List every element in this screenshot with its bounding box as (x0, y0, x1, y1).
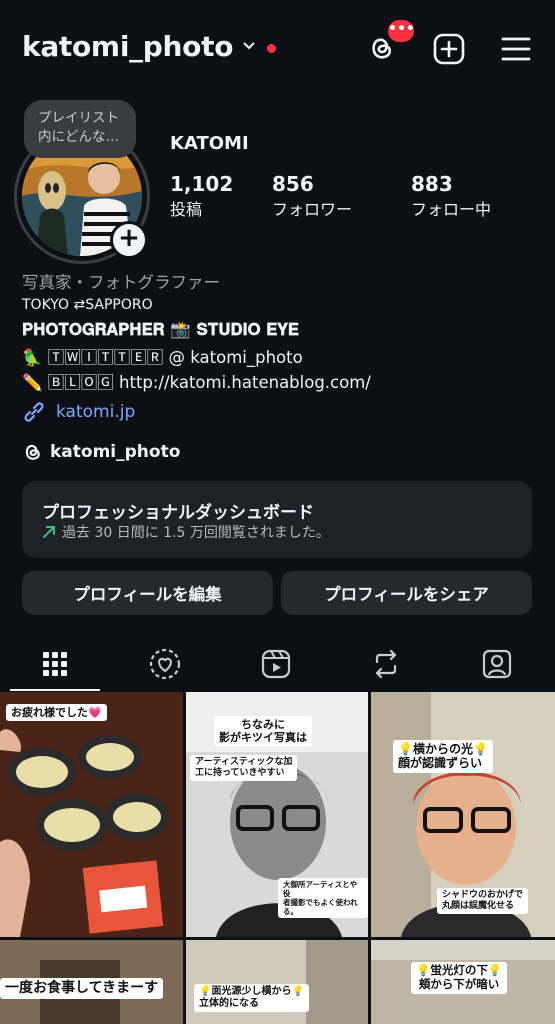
dashboard-title: プロフェッショナルダッシュボード (42, 503, 314, 523)
stat-following-value: 883 (411, 172, 453, 196)
post-caption: 💡面光源少し横から💡 立体的になる (194, 984, 309, 1012)
reposts-icon[interactable] (367, 645, 405, 683)
dashboard-subtitle-row: 過去 30 日間に 1.5 万回閲覧されました。 (42, 522, 330, 542)
stat-following-label: フォロー中 (411, 200, 492, 219)
grid-post-6[interactable]: 💡蛍光灯の下💡 頬から下が暗い (371, 940, 555, 1024)
create-post-icon[interactable] (431, 31, 467, 67)
bio-line-2: 𝐏𝐇𝐎𝐓𝐎𝐆𝐑𝐀𝐏𝐇𝐄𝐑 📸 𝐒𝐓𝐔𝐃𝐈𝐎 𝐄𝐘𝐄 (22, 320, 299, 339)
grid-post-3[interactable]: 💡横からの光💡 顔が認識ずらい シャドウのおかげで 丸顔は誤魔化せる (371, 692, 555, 937)
post-caption: ちなみに 影がキツイ写真は (214, 716, 312, 747)
post-caption: お疲れ様でした💗 (6, 704, 107, 722)
unread-dot (267, 44, 276, 53)
post-caption: 一度お食事してきまーす (0, 978, 164, 999)
note-text: プレイリスト 内にどんな… (38, 110, 119, 145)
grid-post-5[interactable]: 💡面光源少し横から💡 立体的になる (186, 940, 368, 1024)
post-caption: 💡蛍光灯の下💡 頬から下が暗い (411, 962, 508, 994)
add-story-button[interactable]: + (110, 221, 148, 259)
chevron-down-icon[interactable] (243, 40, 255, 52)
bio-line-1: TOKYO ⇄SAPPORO (22, 297, 153, 313)
post-image (0, 692, 183, 937)
tagged-user-icon[interactable] (478, 645, 516, 683)
display-name: KATOMI (170, 133, 249, 154)
threads-handle: katomi_photo (50, 442, 181, 462)
profile-note-bubble[interactable]: プレイリスト 内にどんな… (24, 100, 136, 158)
stat-followers-value: 856 (272, 172, 314, 196)
threads-profile-link[interactable]: katomi_photo (22, 441, 180, 463)
post-caption: 大御所アーティスとや役 者撮影でもよく使われ る。 (278, 878, 368, 918)
dashboard-subtitle: 過去 30 日間に 1.5 万回閲覧されました。 (62, 525, 330, 541)
reels-icon[interactable] (257, 645, 295, 683)
link-icon (24, 402, 44, 422)
post-caption: シャドウのおかげで 丸顔は誤魔化せる (437, 888, 529, 914)
stat-followers-label: フォロワー (272, 200, 353, 219)
stat-posts[interactable]: 1,102 投稿 (170, 172, 233, 220)
stat-following[interactable]: 883 フォロー中 (411, 172, 491, 220)
stat-posts-value: 1,102 (170, 172, 234, 196)
threads-icon (25, 444, 40, 460)
active-tab-indicator (10, 689, 100, 691)
profile-link[interactable]: katomi.jp (22, 400, 135, 424)
grid-post-1[interactable]: お疲れ様でした💗 (0, 692, 183, 937)
grid-icon[interactable] (36, 645, 74, 683)
edit-profile-button[interactable]: プロフィールを編集 (22, 571, 273, 615)
stat-followers[interactable]: 856 フォロワー (272, 172, 352, 220)
tagged-heart-icon[interactable] (146, 645, 184, 683)
profile-category: 写真家・フォトグラファー (22, 273, 220, 292)
menu-icon[interactable] (498, 31, 534, 67)
trend-up-icon (43, 526, 55, 538)
grid-post-4[interactable]: 一度お食事してきまーす (0, 940, 183, 1024)
bio-line-3: 🦜 🅃🅆🄸🅃🅃🄴🅁 @ katomi_photo (22, 348, 303, 367)
grid-post-2[interactable]: ちなみに 影がキツイ写真は アーティスティックな加 工に持っていきやすい 大御所… (186, 692, 368, 937)
post-caption: アーティスティックな加 工に持っていきやすい (190, 755, 298, 781)
link-text: katomi.jp (56, 402, 136, 422)
post-caption: 💡横からの光💡 顔が認識ずらい (393, 740, 493, 773)
share-profile-button[interactable]: プロフィールをシェア (281, 571, 532, 615)
profile-username[interactable]: katomi_photo (22, 30, 233, 63)
stat-posts-label: 投稿 (170, 200, 203, 219)
notification-badge: ••• (388, 20, 415, 42)
bio-line-4: ✏️ 🄱🄻🄾🄶 http://katomi.hatenablog.com/ (22, 373, 371, 392)
